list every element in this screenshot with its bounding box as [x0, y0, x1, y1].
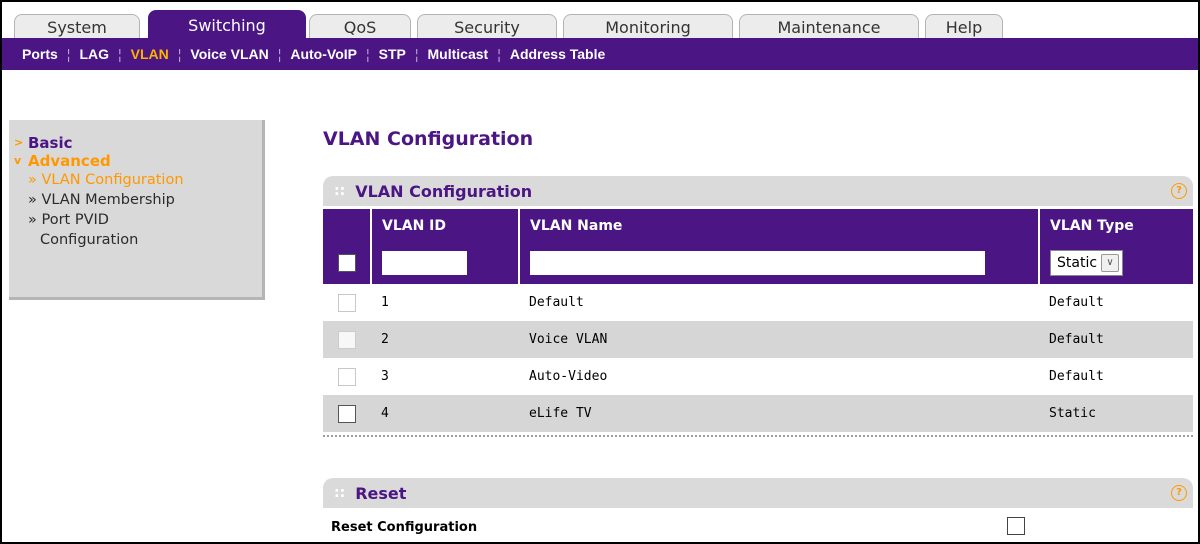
new-vlan-row: Static ∨: [323, 242, 1193, 284]
tab-maintenance[interactable]: Maintenance: [739, 14, 919, 40]
vlan-id-input[interactable]: [382, 251, 467, 275]
row-select-cell: [323, 358, 371, 395]
new-row-type-cell: Static ∨: [1038, 242, 1193, 284]
nav-advanced[interactable]: v Advanced: [14, 152, 262, 170]
subnav-lag[interactable]: LAG: [79, 46, 109, 62]
subnav-separator: ¦: [177, 46, 182, 62]
tab-security[interactable]: Security: [417, 14, 557, 40]
row-vlan-type: Default: [1049, 369, 1104, 384]
nav-advanced-label: Advanced: [28, 152, 111, 170]
subnav-ports[interactable]: Ports: [22, 46, 58, 62]
section-grip-icon: ::: [334, 485, 346, 501]
row-checkbox[interactable]: [338, 404, 356, 423]
table-row: 1 Default Default: [323, 284, 1193, 321]
tab-help[interactable]: Help: [925, 14, 1003, 40]
new-row-checkbox[interactable]: [338, 254, 356, 272]
row-select-cell: [323, 321, 371, 358]
vlan-config-section-header: :: VLAN Configuration ?: [323, 176, 1193, 206]
new-row-select-cell: [323, 242, 371, 284]
tab-monitoring[interactable]: Monitoring: [563, 14, 733, 40]
reset-section-title: Reset: [355, 483, 407, 503]
row-vlan-id: 3: [381, 369, 389, 384]
subnav-auto-voip[interactable]: Auto-VoIP: [290, 46, 357, 62]
vlan-table: VLAN ID VLAN Name VLAN Type Static ∨ 1 D…: [323, 209, 1193, 432]
subnav-separator: ¦: [497, 46, 501, 62]
vlan-type-select[interactable]: Static ∨: [1050, 250, 1124, 276]
new-row-id-cell: [370, 242, 519, 284]
subnav-separator: ¦: [414, 46, 419, 62]
left-navigation: > Basic v Advanced » VLAN Configuration …: [9, 120, 265, 300]
row-vlan-id: 4: [371, 395, 519, 432]
help-icon[interactable]: ?: [1171, 183, 1187, 199]
vlan-type-select-value: Static: [1057, 255, 1098, 271]
table-row: 3 Auto-Video Default: [323, 358, 1193, 395]
new-row-name-cell: [518, 242, 1039, 284]
tab-qos[interactable]: QoS: [309, 14, 411, 40]
tab-switching[interactable]: Switching: [148, 10, 306, 40]
nav-vlan-configuration[interactable]: » VLAN Configuration: [14, 170, 262, 190]
sub-navigation: Ports ¦ LAG ¦ VLAN ¦ Voice VLAN ¦ Auto-V…: [2, 38, 1198, 70]
row-vlan-type: Default: [1049, 295, 1104, 310]
subnav-separator: ¦: [365, 46, 370, 62]
subnav-separator: ¦: [118, 46, 122, 62]
app-frame: System Switching QoS Security Monitoring…: [0, 0, 1200, 544]
row-checkbox[interactable]: [338, 330, 356, 349]
table-row: 4 eLife TV Static: [323, 395, 1193, 432]
row-vlan-name: Voice VLAN: [519, 321, 1039, 358]
vlan-table-header: VLAN ID VLAN Name VLAN Type: [323, 209, 1193, 242]
chevron-down-icon: ∨: [1101, 254, 1120, 272]
subnav-vlan[interactable]: VLAN: [131, 46, 169, 62]
reset-section-header: :: Reset ?: [323, 478, 1193, 508]
nav-basic-label: Basic: [28, 134, 73, 152]
nav-vlan-membership[interactable]: » VLAN Membership: [14, 190, 262, 210]
header-vlan-name: VLAN Name: [518, 209, 1039, 242]
table-row: 2 Voice VLAN Default: [323, 321, 1193, 358]
reset-configuration-checkbox[interactable]: [1007, 517, 1025, 535]
tab-system[interactable]: System: [14, 14, 140, 40]
reset-configuration-label: Reset Configuration: [331, 520, 478, 535]
subnav-separator: ¦: [277, 46, 282, 62]
header-vlan-type: VLAN Type: [1038, 209, 1193, 242]
help-icon[interactable]: ?: [1171, 485, 1187, 501]
row-select-cell: [323, 395, 371, 432]
chevron-right-icon: >: [14, 136, 24, 149]
chevron-down-icon: v: [14, 154, 22, 167]
row-vlan-id: 2: [371, 321, 519, 358]
row-vlan-name: Auto-Video: [529, 369, 608, 384]
row-vlan-type: Default: [1039, 321, 1193, 358]
subnav-separator: ¦: [66, 46, 71, 62]
nav-port-pvid-configuration-cont[interactable]: Configuration: [14, 230, 262, 250]
nav-port-pvid-configuration[interactable]: » Port PVID: [14, 210, 262, 230]
page-title: VLAN Configuration: [323, 128, 534, 150]
row-vlan-name: eLife TV: [519, 395, 1039, 432]
header-select: [323, 209, 371, 242]
header-vlan-id: VLAN ID: [370, 209, 519, 242]
row-select-cell: [323, 284, 371, 321]
table-bottom-divider: [323, 435, 1193, 437]
section-grip-icon: ::: [334, 183, 346, 199]
subnav-address-table[interactable]: Address Table: [510, 46, 605, 62]
nav-basic[interactable]: > Basic: [14, 134, 262, 152]
row-checkbox[interactable]: [338, 293, 356, 312]
row-vlan-id: 1: [381, 295, 389, 310]
subnav-multicast[interactable]: Multicast: [428, 46, 489, 62]
subnav-stp[interactable]: STP: [379, 46, 406, 62]
row-vlan-name: Default: [529, 295, 584, 310]
vlan-name-input[interactable]: [530, 251, 985, 275]
subnav-voice-vlan[interactable]: Voice VLAN: [190, 46, 268, 62]
row-checkbox[interactable]: [338, 367, 356, 386]
main-tabbar: System Switching QoS Security Monitoring…: [2, 2, 1198, 40]
row-vlan-type: Static: [1039, 395, 1193, 432]
vlan-config-section-title: VLAN Configuration: [355, 181, 533, 201]
